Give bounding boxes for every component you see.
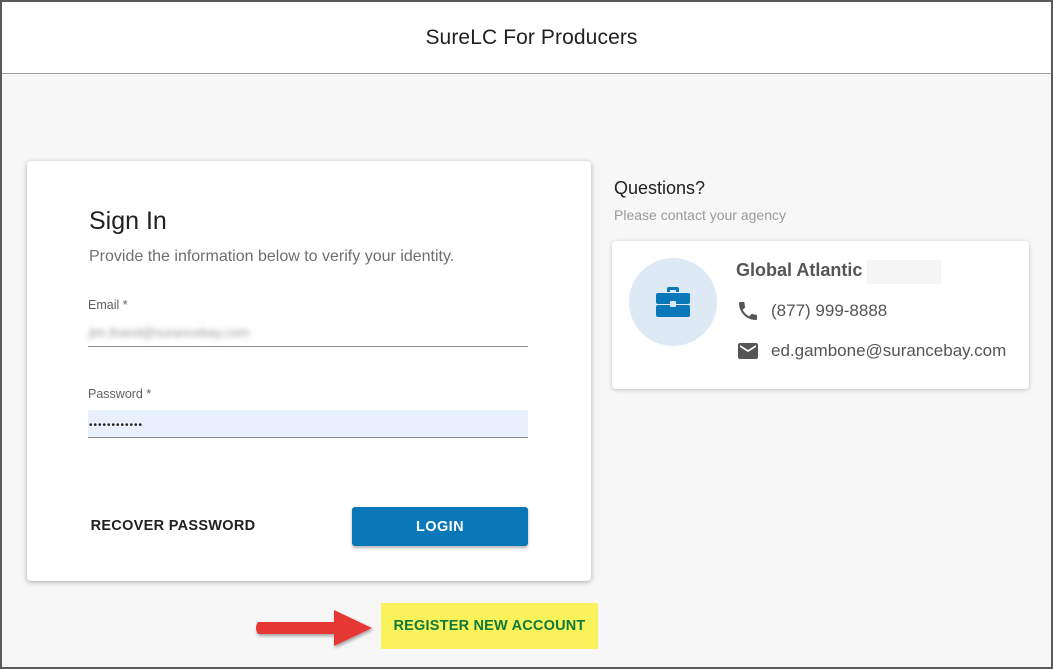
top-bar: SureLC For Producers xyxy=(2,2,1051,74)
password-label: Password * xyxy=(88,387,151,401)
email-label-text: Email xyxy=(88,298,120,312)
agency-contact-card: Global Atlantic (877) 999-8888 ed.gambon… xyxy=(612,241,1029,389)
password-required-marker: * xyxy=(146,387,152,401)
briefcase-icon xyxy=(656,287,690,317)
sign-in-subtitle: Provide the information below to verify … xyxy=(89,248,455,265)
phone-icon xyxy=(739,302,757,320)
app-title: SureLC For Producers xyxy=(425,25,638,49)
email-field[interactable]: jim.thand@surancebay.com xyxy=(88,319,528,347)
email-required-marker: * xyxy=(122,298,128,312)
redacted-area xyxy=(867,260,941,284)
agency-phone[interactable]: (877) 999-8888 xyxy=(771,301,887,321)
agency-email[interactable]: ed.gambone@surancebay.com xyxy=(771,341,1006,361)
login-button[interactable]: LOGIN xyxy=(352,507,528,546)
annotation-arrow-icon xyxy=(256,610,372,646)
sign-in-card: Sign In Provide the information below to… xyxy=(27,161,591,581)
register-new-account-button[interactable]: REGISTER NEW ACCOUNT xyxy=(394,618,586,634)
recover-password-button[interactable]: RECOVER PASSWORD xyxy=(83,508,263,544)
password-label-text: Password xyxy=(88,387,143,401)
agency-avatar xyxy=(629,258,717,346)
register-highlight: REGISTER NEW ACCOUNT xyxy=(381,603,598,649)
agency-name: Global Atlantic xyxy=(736,260,863,280)
mail-icon xyxy=(738,343,758,359)
phone-row: (877) 999-8888 xyxy=(736,299,887,323)
mail-row: ed.gambone@surancebay.com xyxy=(736,339,1006,363)
app-window: SureLC For Producers Sign In Provide the… xyxy=(0,0,1053,669)
sign-in-title: Sign In xyxy=(89,207,167,235)
questions-title: Questions? xyxy=(614,178,706,198)
password-value: •••••••••••• xyxy=(89,420,144,431)
password-field[interactable]: •••••••••••• xyxy=(88,410,528,438)
email-label: Email * xyxy=(88,298,128,312)
email-value: jim.thand@surancebay.com xyxy=(89,325,250,340)
questions-subtitle: Please contact your agency xyxy=(614,207,786,223)
